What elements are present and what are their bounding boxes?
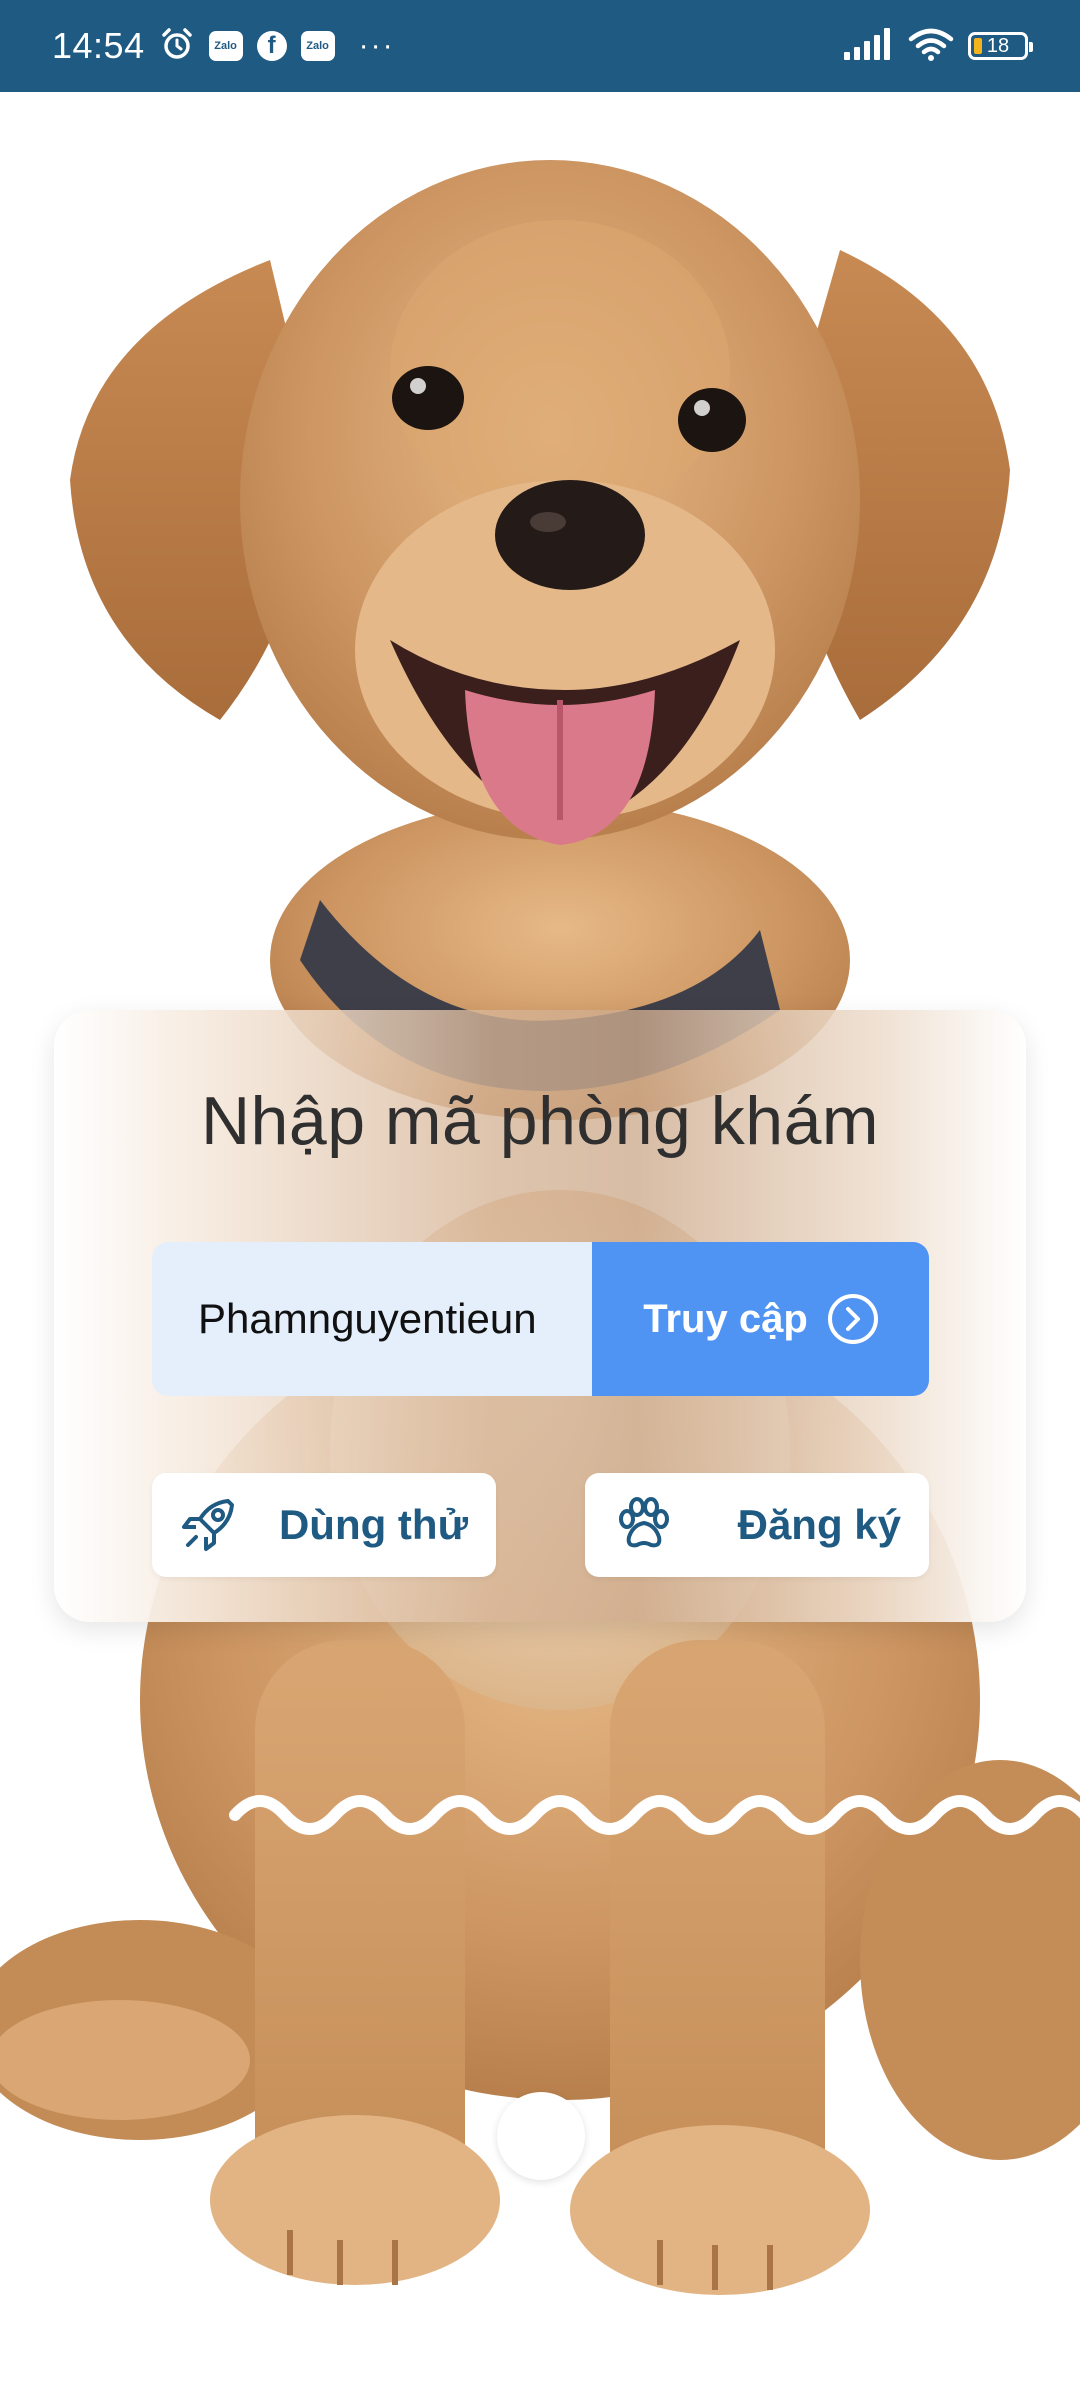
zalo-icon: Zalo [208,31,243,61]
chevron-right-circle-icon [827,1294,878,1344]
status-bar: 14:54 Zalo f Zalo ··· 18 [0,0,1080,92]
register-button[interactable]: Đăng ký [585,1473,929,1577]
signal-icon [844,27,894,65]
trial-button-label: Dùng thử [278,1501,468,1548]
page-indicator-dot[interactable] [497,2092,585,2180]
clinic-code-input[interactable] [152,1242,592,1396]
access-button[interactable]: Truy cập [592,1242,929,1396]
more-notifications-icon: ··· [358,29,395,62]
register-button-label: Đăng ký [737,1501,901,1548]
clock: 14:54 [52,25,145,66]
wifi-icon [908,27,954,66]
status-bar-right: 18 [844,27,1033,66]
clinic-code-row: Truy cập [152,1242,929,1396]
paw-icon [613,1493,673,1558]
facebook-icon: f [256,31,287,61]
zalo-icon: Zalo [300,31,335,61]
battery-level: 18 [986,34,1010,57]
clinic-code-card: Nhập mã phòng khám Truy cập Dùng thử [54,1010,1026,1622]
status-bar-left: 14:54 Zalo f Zalo ··· [52,25,395,67]
trial-button[interactable]: Dùng thử [152,1473,496,1577]
rocket-icon [180,1493,240,1558]
alarm-icon [159,26,195,67]
access-button-label: Truy cập [643,1296,808,1341]
card-title: Nhập mã phòng khám [200,1083,880,1159]
battery-icon: 18 [968,32,1033,60]
